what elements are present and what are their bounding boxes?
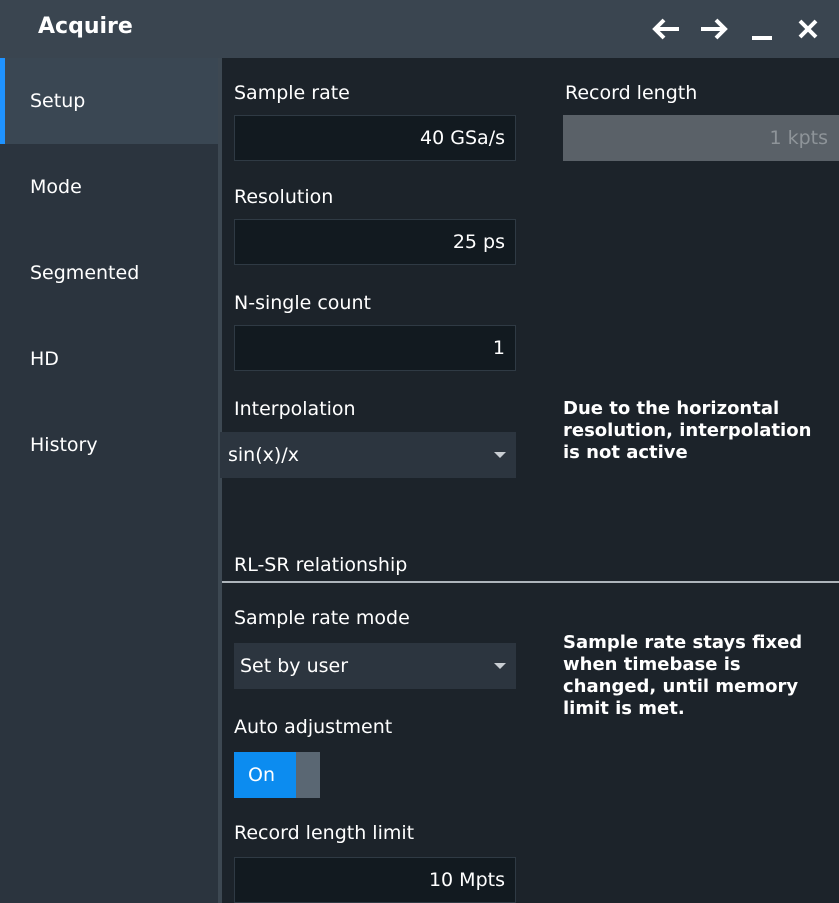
minimize-icon [752, 36, 772, 40]
sidebar-item-segmented[interactable]: Segmented [0, 230, 218, 316]
sample-rate-mode-label: Sample rate mode [234, 607, 410, 629]
forward-button[interactable] [696, 8, 732, 50]
record-length-label: Record length [565, 82, 698, 104]
record-length-limit-label: Record length limit [234, 822, 415, 844]
dialog-title: Acquire [38, 14, 133, 39]
auto-adjustment-label: Auto adjustment [234, 716, 393, 738]
sidebar-item-history[interactable]: History [0, 402, 218, 488]
sidebar-item-label: Setup [30, 90, 86, 112]
toggle-knob [296, 752, 320, 798]
sidebar-item-hd[interactable]: HD [0, 316, 218, 402]
sidebar-item-label: HD [30, 348, 59, 370]
resolution-label: Resolution [234, 186, 334, 208]
arrow-right-icon [701, 18, 728, 40]
n-single-count-label: N-single count [234, 292, 371, 314]
close-icon [798, 19, 818, 39]
sidebar: Setup Mode Segmented HD History [0, 58, 218, 903]
title-bar: Acquire [0, 0, 839, 58]
sidebar-item-mode[interactable]: Mode [0, 144, 218, 230]
sample-rate-mode-note: Sample rate stays fixed when timebase is… [563, 632, 803, 719]
record-length-limit-input[interactable]: 10 Mpts [234, 857, 516, 903]
interpolation-value: sin(x)/x [228, 444, 299, 466]
minimize-button[interactable] [744, 8, 780, 50]
sample-rate-mode-value: Set by user [240, 655, 349, 677]
auto-adjustment-toggle[interactable]: On [234, 752, 320, 798]
sidebar-item-label: Mode [30, 176, 82, 198]
section-divider [222, 581, 839, 583]
sidebar-item-label: Segmented [30, 262, 140, 284]
record-length-input: 1 kpts [563, 115, 839, 161]
arrow-left-icon [652, 18, 679, 40]
n-single-count-input[interactable]: 1 [234, 325, 516, 371]
chevron-down-icon [494, 452, 506, 458]
interpolation-dropdown[interactable]: sin(x)/x [220, 432, 516, 478]
sidebar-divider [218, 58, 222, 903]
resolution-input[interactable]: 25 ps [234, 219, 516, 265]
acquire-dialog: Acquire Setup Mode Segmented HD History … [0, 0, 839, 903]
close-button[interactable] [790, 8, 826, 50]
chevron-down-icon [494, 663, 506, 669]
sample-rate-input[interactable]: 40 GSa/s [234, 115, 516, 161]
sidebar-item-setup[interactable]: Setup [0, 58, 218, 144]
rl-sr-section-title: RL-SR relationship [234, 554, 408, 576]
sample-rate-label: Sample rate [234, 82, 350, 104]
toggle-on-state: On [234, 752, 296, 798]
interpolation-note: Due to the horizontal resolution, interp… [563, 398, 812, 463]
sidebar-item-label: History [30, 434, 98, 456]
back-button[interactable] [648, 8, 684, 50]
interpolation-label: Interpolation [234, 398, 356, 420]
sample-rate-mode-dropdown[interactable]: Set by user [234, 643, 516, 689]
